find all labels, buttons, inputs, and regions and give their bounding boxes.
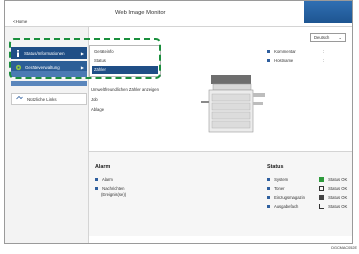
status-row-value: Status OK bbox=[328, 186, 348, 191]
status-row-name: Einzugsmagazin bbox=[274, 195, 305, 200]
status-row-value: Status OK bbox=[328, 204, 348, 209]
status-row-value-wrap: Status OK bbox=[319, 195, 348, 201]
menu-item-job[interactable]: Job bbox=[91, 97, 98, 102]
link-icon bbox=[16, 96, 23, 100]
comment-sep: : bbox=[323, 49, 325, 54]
info-icon bbox=[17, 49, 19, 57]
paper-tray-icon bbox=[319, 195, 324, 201]
messages-item: Nachrichten bbox=[95, 186, 125, 191]
chevron-right-icon: ▶ bbox=[80, 50, 84, 56]
status-heading: Status bbox=[267, 164, 284, 170]
status-row-value: Status OK bbox=[328, 195, 348, 200]
header-strip bbox=[304, 1, 352, 23]
menu-item-status[interactable]: Status bbox=[92, 57, 158, 65]
browser-frame: Web Image Monitor <Home Status/Informati… bbox=[4, 0, 353, 244]
output-tray-icon bbox=[319, 204, 324, 210]
language-select[interactable]: Deutsch ⌄ bbox=[310, 33, 346, 42]
bullet-icon bbox=[267, 59, 270, 63]
chevron-down-icon: ⌄ bbox=[338, 35, 342, 40]
status-row-value-wrap: Status OK bbox=[319, 177, 348, 183]
printer-image bbox=[201, 75, 265, 133]
hostname-sep: : bbox=[323, 58, 325, 63]
status-row-value-wrap: Status OK bbox=[319, 186, 348, 192]
menu-item-counter[interactable]: Zähler bbox=[92, 66, 158, 74]
bullet-icon bbox=[267, 178, 270, 182]
status-row-value: Status OK bbox=[328, 177, 348, 182]
gear-icon bbox=[15, 64, 22, 70]
menu-item-device-info[interactable]: Geräteinfo bbox=[92, 48, 158, 56]
comment-row: Kommentar : bbox=[267, 49, 324, 54]
home-link[interactable]: <Home bbox=[13, 19, 27, 24]
language-value: Deutsch bbox=[314, 35, 330, 40]
sidebar-item-status-info[interactable]: Status/Informationen ▶ bbox=[11, 47, 87, 59]
messages-label: Nachrichten bbox=[102, 186, 125, 191]
comment-label: Kommentar bbox=[274, 49, 296, 54]
toner-icon bbox=[319, 186, 324, 192]
chevron-right-icon: ▶ bbox=[80, 64, 84, 70]
status-row: Toner bbox=[267, 186, 285, 191]
alarm-heading: Alarm bbox=[95, 164, 111, 170]
bullet-icon bbox=[267, 205, 270, 209]
menu-item-eco-counter[interactable]: Umweltfreundlichen Zähler anzeigen bbox=[91, 87, 159, 92]
status-row-name: System bbox=[274, 177, 289, 182]
status-row: System bbox=[267, 177, 288, 182]
status-panel: Alarm Alarm Nachrichten (Ereignis(se)) S… bbox=[89, 151, 352, 236]
bullet-icon bbox=[267, 187, 270, 191]
sidebar-item-useful-links[interactable]: Nützliche Links bbox=[11, 93, 87, 105]
hostname-label: Hostname bbox=[274, 58, 294, 63]
status-row-value-wrap: Status OK bbox=[319, 204, 348, 210]
bullet-icon bbox=[267, 50, 270, 54]
sidebar-item-collapsed-2[interactable] bbox=[11, 81, 87, 86]
figure-code: DGCMAC052E bbox=[331, 246, 357, 250]
sidebar-item-label: Geräteverwaltung bbox=[25, 64, 60, 70]
sidebar-item-label: Nützliche Links bbox=[27, 96, 57, 102]
sidebar-item-label: Status/Informationen bbox=[24, 50, 65, 56]
hostname-row: Hostname : bbox=[267, 58, 324, 63]
status-row: Ausgabefach bbox=[267, 204, 298, 209]
menu-item-storage[interactable]: Ablage bbox=[91, 107, 104, 112]
events-label: (Ereignis(se)) bbox=[101, 192, 127, 197]
status-row: Einzugsmagazin bbox=[267, 195, 305, 200]
status-submenu: Geräteinfo Status Zähler bbox=[89, 45, 161, 77]
status-row-name: Ausgabefach bbox=[273, 204, 299, 209]
status-ok-icon bbox=[319, 177, 324, 183]
sidebar bbox=[5, 27, 89, 243]
app-title: Web Image Monitor bbox=[115, 10, 166, 16]
sidebar-item-collapsed[interactable] bbox=[11, 71, 87, 77]
status-row-name: Toner bbox=[274, 186, 285, 191]
bullet-icon bbox=[95, 187, 98, 191]
alarm-item: Alarm bbox=[95, 177, 113, 182]
alarm-label: Alarm bbox=[101, 177, 113, 182]
title-bar: Web Image Monitor <Home bbox=[5, 1, 352, 27]
bullet-icon bbox=[95, 178, 98, 182]
bullet-icon bbox=[267, 196, 270, 200]
